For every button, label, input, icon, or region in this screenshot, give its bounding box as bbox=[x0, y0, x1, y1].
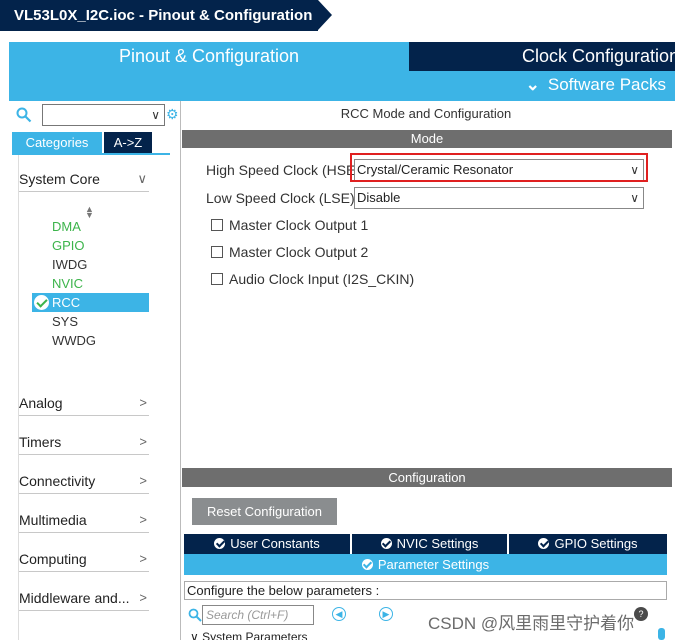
breadcrumb-arrow bbox=[318, 0, 332, 30]
search-icon bbox=[16, 107, 32, 123]
checkbox-box[interactable] bbox=[211, 246, 223, 258]
category-label: Analog bbox=[19, 395, 63, 411]
lse-value: Disable bbox=[357, 190, 401, 205]
chevron-right-icon: > bbox=[139, 473, 147, 488]
category-connectivity[interactable]: Connectivity > bbox=[19, 468, 149, 494]
category-timers[interactable]: Timers > bbox=[19, 429, 149, 455]
configure-parameters-text: Configure the below parameters : bbox=[184, 581, 667, 600]
list-item-sys[interactable]: SYS bbox=[52, 312, 78, 331]
category-label: Connectivity bbox=[19, 473, 96, 489]
categories-panel: ∨ ⚙ Categories A->Z System Core ∨ ▲ ▼ DMA… bbox=[9, 101, 179, 640]
chevron-right-icon: > bbox=[139, 551, 147, 566]
chevron-down-icon[interactable]: ∨ bbox=[151, 108, 160, 122]
hse-label: High Speed Clock (HSE) bbox=[206, 162, 361, 178]
tree-row-label: System Parameters bbox=[202, 630, 308, 640]
chevron-down-icon[interactable]: ∨ bbox=[190, 630, 202, 640]
breadcrumb-file-label: VL53L0X_I2C.ioc bbox=[14, 7, 135, 24]
list-item-wwdg[interactable]: WWDG bbox=[52, 331, 96, 350]
software-packs-label: Software Packs bbox=[547, 75, 666, 94]
chevron-down-icon: ⌄ bbox=[525, 75, 540, 94]
check-circle-icon bbox=[361, 559, 373, 570]
gear-icon[interactable]: ⚙ bbox=[166, 106, 179, 123]
tab-pinout-configuration[interactable]: Pinout & Configuration bbox=[9, 42, 409, 71]
lse-select[interactable]: Disable ∨ bbox=[354, 187, 644, 209]
checkbox-label: Audio Clock Input (I2S_CKIN) bbox=[229, 271, 415, 287]
category-analog[interactable]: Analog > bbox=[19, 390, 149, 416]
category-label: Computing bbox=[19, 551, 87, 567]
chevron-right-icon: > bbox=[139, 512, 147, 527]
chevron-right-icon: > bbox=[139, 434, 147, 449]
checkbox-master-clock-output-2[interactable]: Master Clock Output 2 bbox=[211, 244, 368, 260]
search-icon bbox=[188, 608, 202, 622]
parameter-search-input[interactable]: Search (Ctrl+F) bbox=[202, 605, 314, 625]
breadcrumb: VL53L0X_I2C.ioc - Pinout & Configuration bbox=[0, 0, 675, 31]
checkbox-label: Master Clock Output 2 bbox=[229, 244, 369, 260]
tree-row-system-parameters[interactable]: ∨ System Parameters bbox=[190, 630, 308, 640]
list-item-dma[interactable]: DMA bbox=[52, 217, 81, 236]
stm32cubemx-window: VL53L0X_I2C.ioc - Pinout & Configuration… bbox=[0, 0, 675, 640]
list-item-nvic[interactable]: NVIC bbox=[52, 274, 83, 293]
check-circle-icon bbox=[214, 538, 226, 549]
tab-parameter-settings[interactable]: Parameter Settings bbox=[184, 554, 667, 575]
list-item-rcc[interactable]: RCC bbox=[32, 293, 149, 312]
checkbox-master-clock-output-1[interactable]: Master Clock Output 1 bbox=[211, 217, 368, 233]
tab-sub-bar: ⌄ Software Packs bbox=[9, 71, 675, 101]
breadcrumb-separator: - bbox=[134, 7, 149, 24]
tab-categories[interactable]: Categories bbox=[12, 132, 102, 153]
chevron-down-icon: ∨ bbox=[630, 191, 639, 205]
category-label: System Core bbox=[19, 171, 100, 187]
scrollbar-thumb[interactable] bbox=[658, 628, 665, 640]
chevron-right-icon: > bbox=[139, 590, 147, 605]
reset-configuration-button[interactable]: Reset Configuration bbox=[192, 498, 337, 525]
help-icon[interactable]: ? bbox=[634, 607, 648, 621]
tab-label: Parameter Settings bbox=[377, 557, 490, 572]
category-label: Timers bbox=[19, 434, 62, 450]
category-system-core[interactable]: System Core ∨ bbox=[19, 166, 149, 192]
tab-label: NVIC Settings bbox=[396, 536, 479, 551]
next-match-icon[interactable]: ▶ bbox=[379, 607, 393, 621]
tab-gpio-settings[interactable]: GPIO Settings bbox=[509, 534, 667, 554]
list-item-label: RCC bbox=[52, 295, 81, 310]
check-circle-icon bbox=[538, 538, 550, 549]
tab-clock-configuration[interactable]: Clock Configuration bbox=[409, 42, 675, 71]
configuration-header: Configuration bbox=[182, 468, 672, 487]
rcc-configuration-panel: RCC Mode and Configuration Mode High Spe… bbox=[180, 101, 675, 640]
watermark: CSDN @风里雨里守护着你 bbox=[428, 614, 635, 633]
highlight-box bbox=[350, 153, 648, 182]
list-item-iwdg[interactable]: IWDG bbox=[52, 255, 87, 274]
check-circle-icon bbox=[34, 295, 49, 310]
checkbox-box[interactable] bbox=[211, 273, 223, 285]
tab-label: GPIO Settings bbox=[554, 536, 638, 551]
category-multimedia[interactable]: Multimedia > bbox=[19, 507, 149, 533]
category-label: Multimedia bbox=[19, 512, 87, 528]
breadcrumb-section-label: Pinout & Configuration bbox=[148, 7, 313, 24]
chevron-down-icon: ∨ bbox=[137, 171, 147, 186]
category-computing[interactable]: Computing > bbox=[19, 546, 149, 572]
breadcrumb-item-file[interactable]: VL53L0X_I2C.ioc - Pinout & Configuration bbox=[0, 0, 318, 31]
mode-header: Mode bbox=[182, 130, 672, 148]
checkbox-label: Master Clock Output 1 bbox=[229, 217, 369, 233]
category-search-input[interactable]: ∨ bbox=[42, 104, 165, 126]
tab-user-constants[interactable]: User Constants bbox=[184, 534, 350, 554]
software-packs-menu[interactable]: ⌄ Software Packs bbox=[526, 75, 666, 95]
tab-a-z[interactable]: A->Z bbox=[104, 132, 152, 153]
list-item-gpio[interactable]: GPIO bbox=[52, 236, 85, 255]
chevron-right-icon: > bbox=[139, 395, 147, 410]
previous-match-icon[interactable]: ◀ bbox=[332, 607, 346, 621]
lse-label: Low Speed Clock (LSE) bbox=[206, 190, 355, 206]
tab-nvic-settings[interactable]: NVIC Settings bbox=[352, 534, 507, 554]
settings-tabs: User Constants NVIC Settings GPIO Settin… bbox=[184, 534, 667, 554]
checkbox-audio-clock-input[interactable]: Audio Clock Input (I2S_CKIN) bbox=[211, 271, 414, 287]
sort-icon[interactable]: ▲ ▼ bbox=[85, 205, 94, 220]
panel-title: RCC Mode and Configuration bbox=[340, 106, 512, 121]
tab-label: User Constants bbox=[230, 536, 320, 551]
category-label: Middleware and... bbox=[19, 590, 130, 606]
category-middleware[interactable]: Middleware and... > bbox=[19, 585, 149, 611]
checkbox-box[interactable] bbox=[211, 219, 223, 231]
check-circle-icon bbox=[380, 538, 392, 549]
